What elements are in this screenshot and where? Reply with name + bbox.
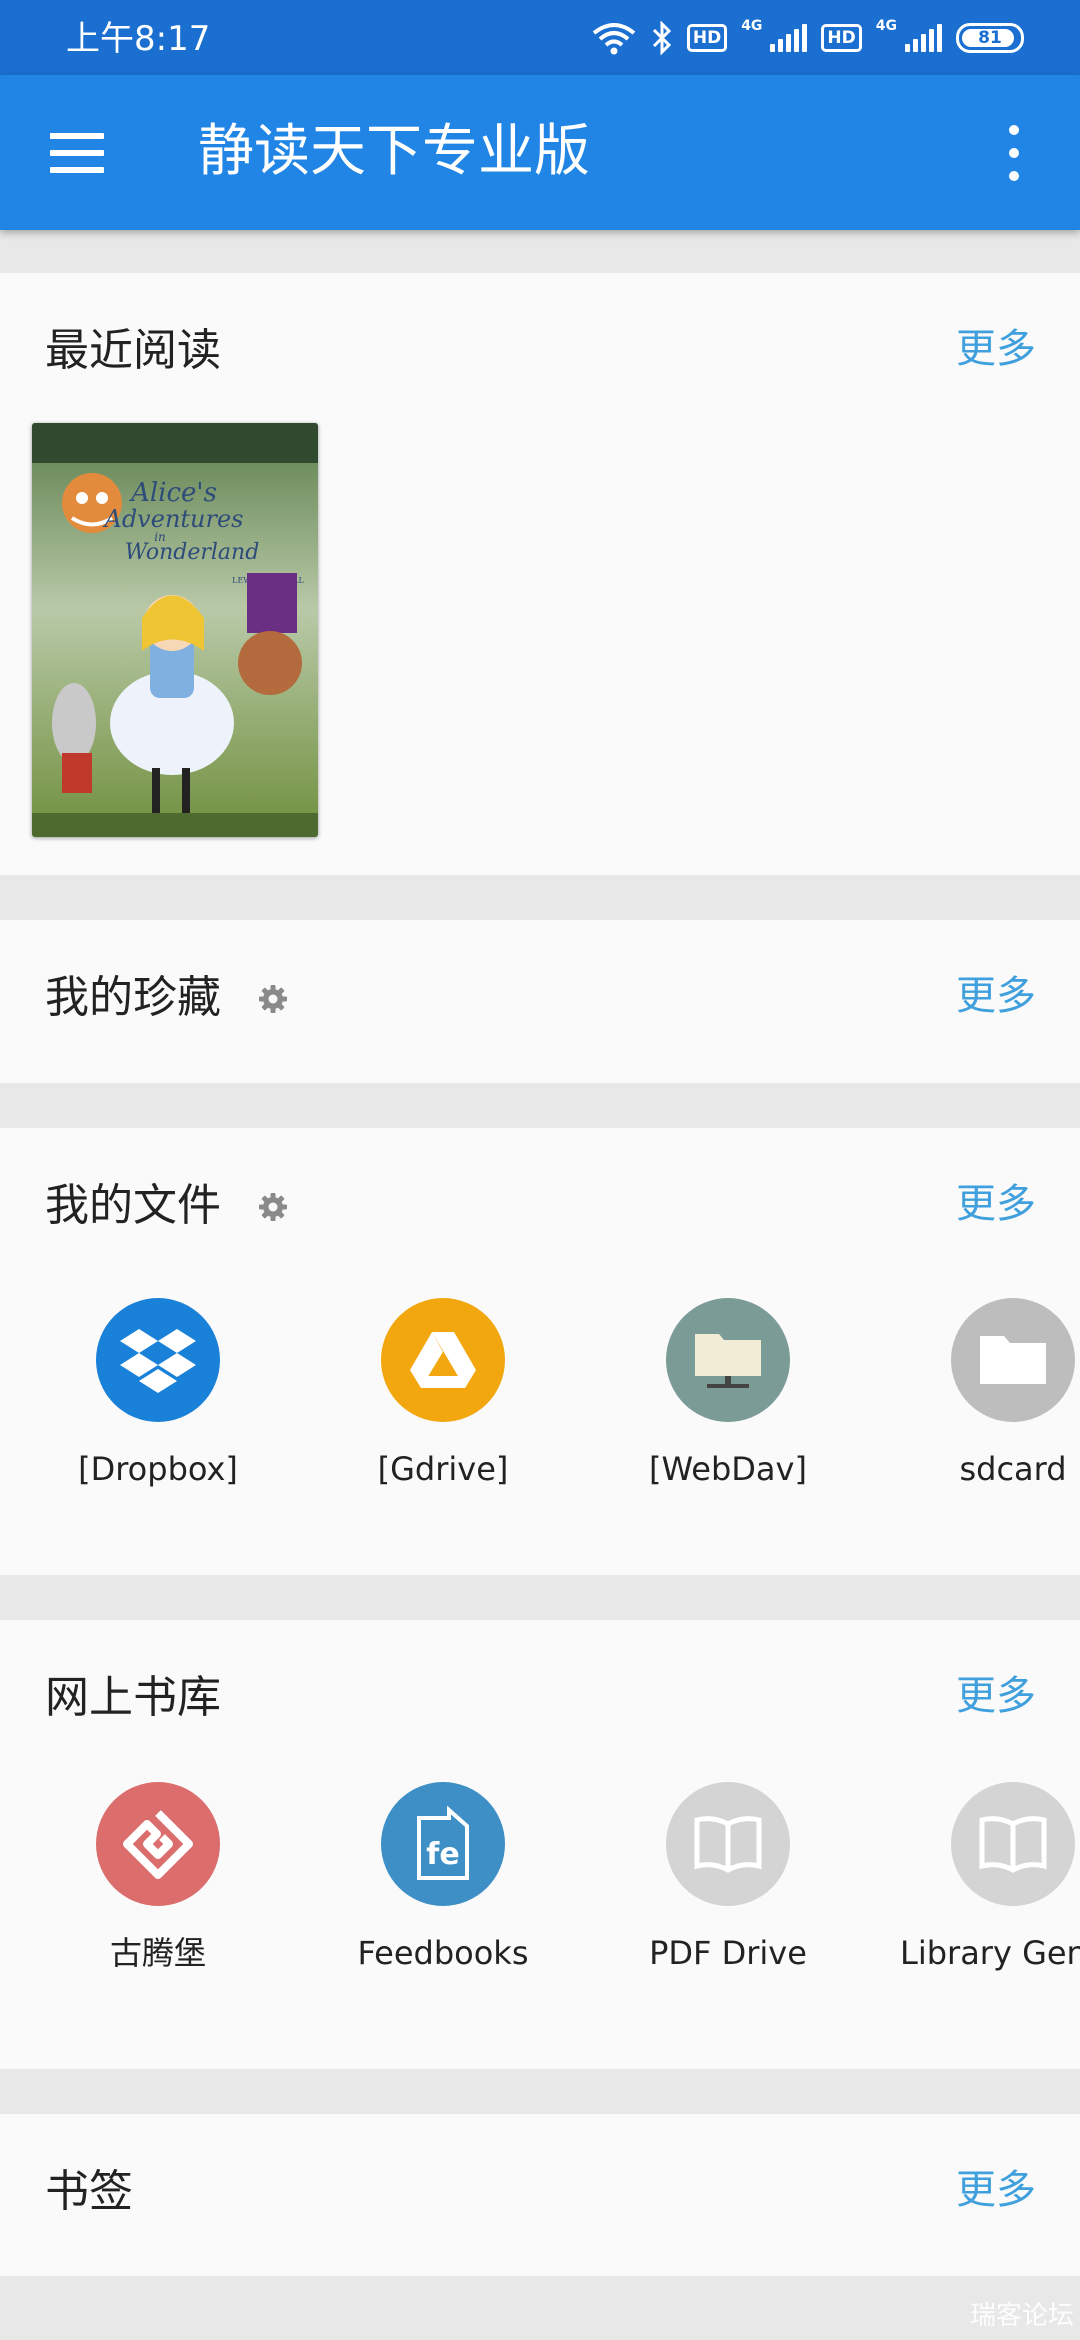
bookmarks-section: 书签 更多: [0, 2114, 1080, 2276]
network-type-label: 4G: [741, 18, 763, 34]
book-cover-art: Alice's Adventures in Wonderland LEWIS C…: [32, 423, 318, 837]
wifi-icon: [592, 23, 636, 55]
more-link[interactable]: 更多: [956, 1176, 1036, 1232]
network-folder-icon: [666, 1298, 790, 1422]
library-label: Feedbooks: [357, 1934, 529, 1972]
google-drive-icon: [381, 1298, 505, 1422]
signal-icon: [905, 24, 942, 52]
section-title: 网上书库: [45, 1672, 221, 1723]
online-library-section: 网上书库 更多 古腾堡 fe Feedbooks PDF Drive Libra…: [0, 1620, 1080, 2069]
favorites-section: 我的珍藏 更多: [0, 920, 1080, 1083]
file-source-sdcard[interactable]: sdcard: [888, 1298, 1080, 1490]
app-bar: 静读天下专业版: [0, 75, 1080, 230]
hd-badge: HD: [821, 24, 862, 52]
gutenberg-icon: [96, 1782, 220, 1906]
feedbooks-icon: fe: [381, 1782, 505, 1906]
folder-icon: [951, 1298, 1075, 1422]
bluetooth-icon: [652, 21, 671, 55]
recent-section: 最近阅读 更多 Alice's Adventures in Wonderland…: [0, 273, 1080, 875]
library-label: 古腾堡: [109, 1934, 206, 1972]
file-source-webdav[interactable]: [WebDav]: [603, 1298, 853, 1490]
section-title: 书签: [45, 2166, 133, 2217]
book-title-line: Alice's: [129, 478, 217, 508]
file-source-gdrive[interactable]: [Gdrive]: [318, 1298, 568, 1490]
library-feedbooks[interactable]: fe Feedbooks: [318, 1782, 568, 1974]
watermark: 瑞客论坛: [969, 2301, 1074, 2331]
section-title: 最近阅读: [45, 325, 221, 376]
section-title: 我的珍藏: [45, 972, 221, 1023]
settings-gear-icon[interactable]: [258, 1192, 288, 1222]
hd-badge: HD: [686, 24, 728, 52]
status-icons: HD 4G HD 4G 81: [591, 18, 1024, 58]
file-source-dropbox[interactable]: [Dropbox]: [33, 1298, 283, 1490]
menu-icon[interactable]: [50, 133, 104, 173]
files-section: 我的文件 更多 [Dropbox] [Gdrive] [WebDav] sdca…: [0, 1128, 1080, 1575]
app-title: 静读天下专业版: [198, 119, 590, 184]
more-link[interactable]: 更多: [956, 321, 1036, 377]
signal-icon: [770, 24, 808, 52]
book-title-line: Wonderland: [125, 540, 260, 565]
file-source-label: [Gdrive]: [377, 1450, 509, 1488]
network-type-label: 4G: [875, 18, 897, 34]
section-title: 我的文件: [45, 1180, 221, 1231]
battery-icon: 81: [956, 23, 1024, 53]
more-options-icon[interactable]: [1004, 125, 1024, 181]
settings-gear-icon[interactable]: [258, 984, 288, 1014]
battery-level: 81: [978, 28, 1002, 48]
dropbox-icon: [96, 1298, 220, 1422]
status-time: 上午8:17: [66, 19, 211, 59]
library-label: PDF Drive: [649, 1934, 807, 1972]
file-source-label: [WebDav]: [649, 1450, 807, 1488]
library-gutenberg[interactable]: 古腾堡: [33, 1782, 283, 1974]
library-label: Library Gene: [900, 1934, 1080, 1972]
library-pdf-drive[interactable]: PDF Drive: [603, 1782, 853, 1974]
book-cover[interactable]: Alice's Adventures in Wonderland LEWIS C…: [32, 423, 318, 837]
more-link[interactable]: 更多: [956, 968, 1036, 1024]
file-source-label: sdcard: [959, 1450, 1067, 1488]
svg-text:fe: fe: [426, 1837, 459, 1872]
file-source-label: [Dropbox]: [78, 1450, 238, 1488]
more-link[interactable]: 更多: [956, 1668, 1036, 1724]
book-icon: [666, 1782, 790, 1906]
status-bar: 上午8:17 HD 4G HD 4G 81: [0, 0, 1080, 75]
book-title-line: Adventures: [102, 505, 243, 533]
library-library-genesis[interactable]: Library Gene: [888, 1782, 1080, 1974]
more-link[interactable]: 更多: [956, 2162, 1036, 2218]
book-icon: [951, 1782, 1075, 1906]
